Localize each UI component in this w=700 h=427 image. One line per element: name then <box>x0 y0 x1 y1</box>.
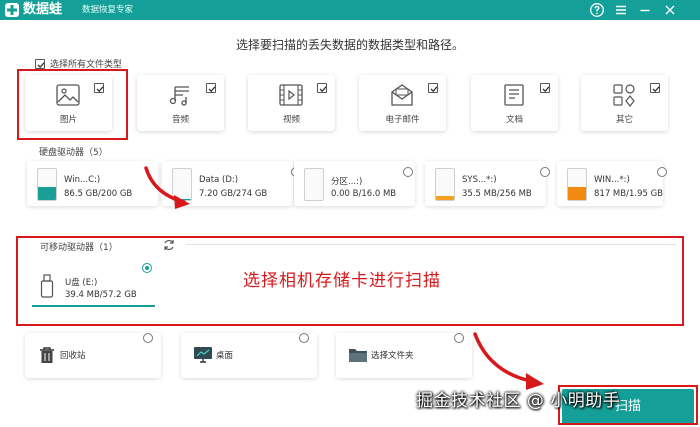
location-radio[interactable] <box>299 333 309 343</box>
drive-size: 7.20 GB/274 GB <box>199 189 268 199</box>
menu-icon[interactable] <box>613 2 629 18</box>
checkbox-checked[interactable] <box>35 58 45 69</box>
drive-card[interactable]: Win...C:) 86.5 GB/200 GB <box>27 161 158 206</box>
drive-size: 817 MB/1.95 GB <box>594 189 664 199</box>
instruction-text: 选择要扫描的丢失数据的数据类型和路径。 <box>235 38 464 52</box>
drive-card[interactable]: WIN...*:) 817 MB/1.95 GB <box>557 161 663 206</box>
type-card-audio[interactable]: 音频 <box>137 75 224 131</box>
usb-drive-icon <box>40 274 54 298</box>
drive-name: Data (D:) <box>199 175 239 185</box>
removable-drives-label: 可移动驱动器（1） <box>40 243 118 253</box>
minimize-icon[interactable] <box>637 2 653 18</box>
type-label: 其它 <box>615 115 633 125</box>
location-label: 回收站 <box>60 351 86 361</box>
title-bar: 数据蛙 数据恢复专家 <box>0 0 700 20</box>
location-desktop[interactable]: 桌面 <box>181 333 317 378</box>
hard-drives-label: 硬盘驱动器（5） <box>39 148 108 158</box>
type-checkbox[interactable] <box>317 83 327 93</box>
annotation-arrow-1 <box>144 166 190 209</box>
document-icon <box>504 84 524 106</box>
image-icon <box>56 84 80 106</box>
type-checkbox[interactable] <box>206 83 216 93</box>
location-label: 选择文件夹 <box>371 351 414 361</box>
drive-name: WIN...*:) <box>594 175 630 185</box>
help-icon[interactable] <box>589 2 605 18</box>
type-checkbox[interactable] <box>428 83 438 93</box>
desktop-icon <box>194 347 212 363</box>
drive-icon <box>567 168 587 201</box>
app-subtitle: 数据恢复专家 <box>82 5 134 15</box>
recycle-bin-icon <box>40 347 54 363</box>
drive-card[interactable]: 分区...:) 0.00 B/16.0 MB <box>294 161 415 206</box>
drive-name: Win...C:) <box>64 175 101 185</box>
other-icon <box>613 84 635 107</box>
location-radio[interactable] <box>454 333 464 343</box>
section-divider <box>186 244 676 245</box>
location-recycle-bin[interactable]: 回收站 <box>25 333 161 378</box>
type-label: 图片 <box>59 115 77 125</box>
location-radio[interactable] <box>143 333 153 343</box>
usb-drive-radio-selected[interactable] <box>142 263 152 273</box>
type-label: 电子邮件 <box>385 115 420 125</box>
type-checkbox[interactable] <box>540 83 550 93</box>
drive-size: 86.5 GB/200 GB <box>64 189 133 199</box>
drive-icon <box>435 168 455 201</box>
type-label: 文档 <box>505 115 523 125</box>
annotation-text: 选择相机存储卡进行扫描 <box>243 271 441 291</box>
drive-radio[interactable] <box>540 167 550 177</box>
location-select-folder[interactable]: 选择文件夹 <box>336 333 472 378</box>
app-name: 数据蛙 <box>23 2 63 17</box>
type-checkbox[interactable] <box>650 83 660 93</box>
drive-radio[interactable] <box>403 167 413 177</box>
select-all-label: 选择所有文件类型 <box>50 60 123 70</box>
location-label: 桌面 <box>216 351 234 361</box>
folder-icon <box>349 349 367 362</box>
video-icon <box>279 84 303 106</box>
drive-fill <box>436 195 454 200</box>
music-icon <box>169 86 189 106</box>
drive-radio[interactable] <box>657 167 667 177</box>
watermark: 掘金技术社区 @ 小明助手 <box>416 391 621 411</box>
drive-icon <box>304 168 324 201</box>
drive-size: 35.5 MB/256 MB <box>462 189 532 199</box>
type-label: 音频 <box>171 115 189 125</box>
usb-drive-size: 39.4 MB/57.2 GB <box>65 290 137 300</box>
close-icon[interactable] <box>662 2 678 18</box>
drive-icon <box>37 168 57 201</box>
type-label: 视频 <box>282 115 300 125</box>
drive-name: SYS...*:) <box>462 175 497 185</box>
app-logo-icon <box>5 3 19 17</box>
drive-card[interactable]: SYS...*:) 35.5 MB/256 MB <box>425 161 546 206</box>
drive-fill <box>38 186 56 200</box>
email-icon <box>391 84 413 106</box>
drive-name: 分区...:) <box>331 177 363 187</box>
type-card-other[interactable]: 其它 <box>581 75 668 131</box>
select-all-checkbox[interactable]: 选择所有文件类型 <box>35 57 122 70</box>
drive-size: 0.00 B/16.0 MB <box>331 189 397 199</box>
annotation-arrow-2 <box>473 332 544 390</box>
type-card-email[interactable]: 电子邮件 <box>359 75 446 131</box>
type-checkbox[interactable] <box>94 83 104 93</box>
refresh-icon[interactable] <box>162 238 176 252</box>
type-card-images[interactable]: 图片 <box>25 75 112 131</box>
usb-drive-name: U盘 (E:) <box>65 278 98 288</box>
usb-drive-card[interactable]: U盘 (E:) 39.4 MB/57.2 GB <box>32 262 155 307</box>
drive-fill <box>568 186 586 200</box>
type-card-document[interactable]: 文档 <box>471 75 558 131</box>
type-card-video[interactable]: 视频 <box>248 75 335 131</box>
